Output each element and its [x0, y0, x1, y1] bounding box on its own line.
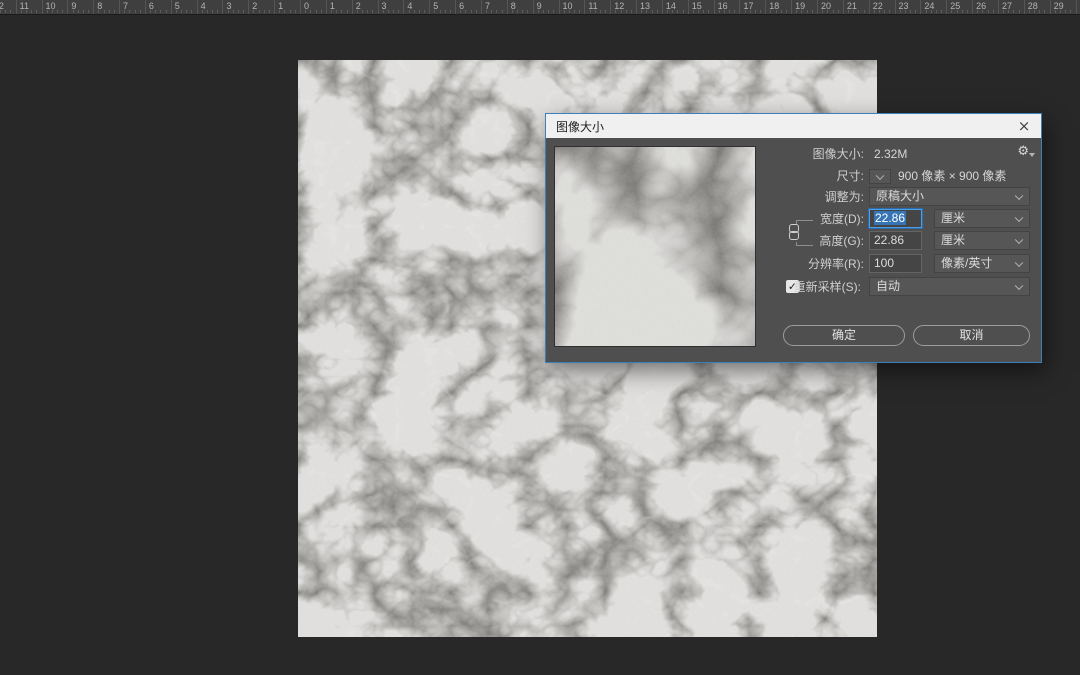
dimensions-unit-dropdown[interactable] [869, 169, 891, 184]
resolution-unit-value: 像素/英寸 [941, 256, 992, 270]
image-preview-thumbnail[interactable] [554, 146, 756, 347]
ok-button[interactable]: 确定 [783, 325, 905, 346]
fit-to-dropdown[interactable]: 原稿大小 [869, 187, 1030, 206]
fit-to-value: 原稿大小 [876, 189, 924, 203]
resolution-input[interactable]: 100 [869, 254, 922, 273]
width-label: 宽度(D): [754, 209, 864, 229]
image-size-label: 图像大小: [754, 144, 864, 164]
height-label: 高度(G): [754, 231, 864, 251]
width-unit-dropdown[interactable]: 厘米 [934, 209, 1030, 228]
width-unit-value: 厘米 [941, 211, 965, 225]
dimensions-value: 900 像素 × 900 像素 [898, 166, 1006, 186]
image-size-value: 2.32M [874, 144, 907, 164]
resolution-value: 100 [874, 256, 894, 270]
width-input[interactable]: 22.86 [869, 209, 922, 228]
cancel-button[interactable]: 取消 [913, 325, 1030, 346]
resolution-unit-dropdown[interactable]: 像素/英寸 [934, 254, 1030, 273]
fit-to-label: 调整为: [754, 187, 864, 207]
close-icon[interactable]: × [1011, 114, 1037, 138]
top-ruler[interactable]: 1211109876543210123456789101112131415161… [0, 0, 1080, 15]
height-unit-dropdown[interactable]: 厘米 [934, 231, 1030, 250]
chevron-down-icon [1015, 191, 1023, 199]
gear-icon[interactable]: ⚙ [1017, 144, 1029, 159]
width-value: 22.86 [874, 211, 906, 225]
resample-dropdown[interactable]: 自动 [869, 277, 1030, 296]
dimensions-label: 尺寸: [754, 166, 864, 186]
height-value: 22.86 [874, 233, 904, 247]
dialog-title: 图像大小 [546, 118, 604, 135]
chevron-down-icon [876, 171, 884, 179]
image-size-dialog: 图像大小 × 图像大小: 2.32M ⚙ 尺寸: 900 像素 × 900 像素… [545, 113, 1042, 363]
resolution-label: 分辨率(R): [754, 254, 864, 274]
chevron-down-icon [1015, 213, 1023, 221]
chevron-down-icon [1015, 258, 1023, 266]
resample-label: 重新采样(S): [751, 277, 861, 297]
height-input[interactable]: 22.86 [869, 231, 922, 250]
resample-value: 自动 [876, 279, 900, 293]
dialog-titlebar[interactable]: 图像大小 × [546, 114, 1041, 138]
height-unit-value: 厘米 [941, 233, 965, 247]
chevron-down-icon [1015, 235, 1023, 243]
chevron-down-icon [1015, 281, 1023, 289]
